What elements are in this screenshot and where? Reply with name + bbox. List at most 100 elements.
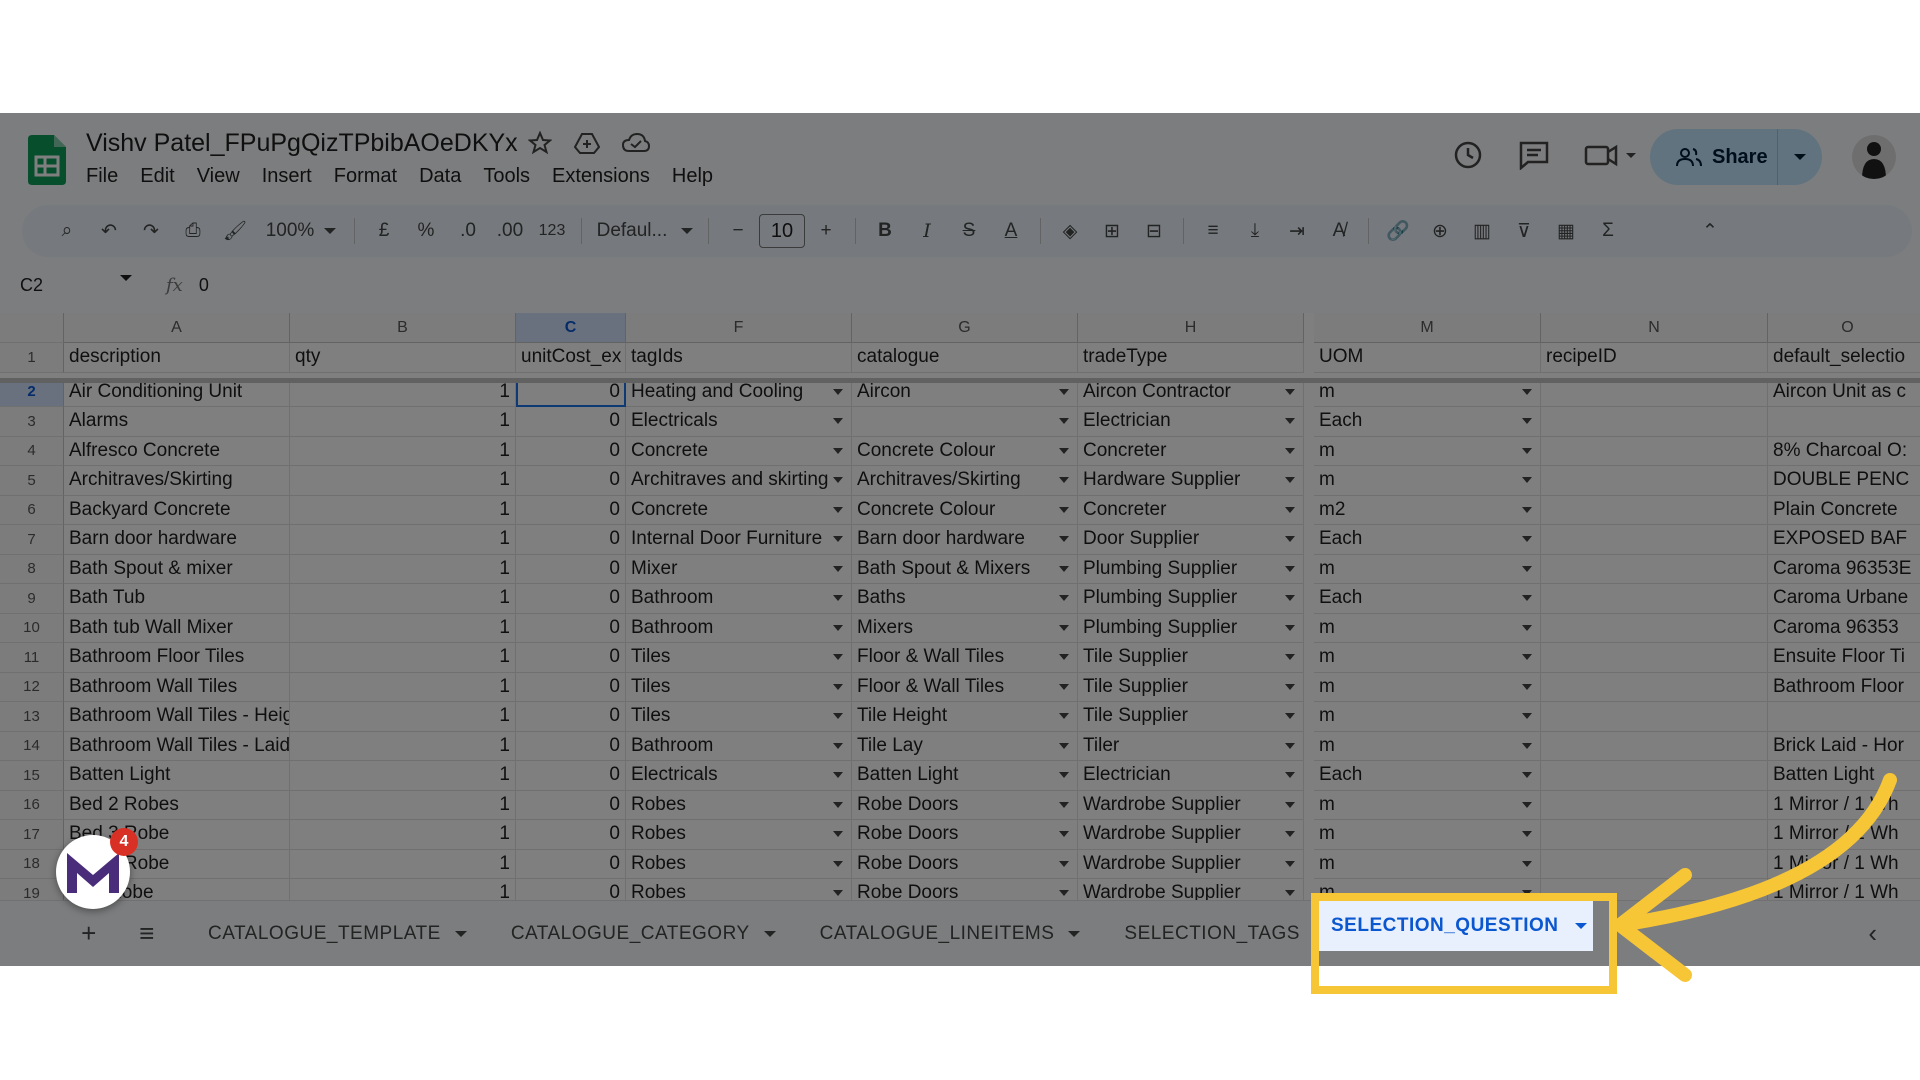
row-header[interactable]: 7: [0, 525, 64, 555]
search-menus-icon[interactable]: ⌕: [46, 211, 88, 251]
more-formats-button[interactable]: 123: [531, 211, 573, 251]
table-cell[interactable]: EXPOSED BAF: [1768, 525, 1920, 555]
dropdown-chip-icon[interactable]: [833, 742, 843, 749]
table-cell[interactable]: 0: [516, 731, 626, 761]
font-size-input[interactable]: 10: [759, 214, 805, 248]
table-cell[interactable]: [1541, 702, 1768, 732]
dropdown-chip-icon[interactable]: [1522, 477, 1532, 483]
table-cell[interactable]: Batten Light: [1768, 761, 1920, 791]
table-cell[interactable]: Bathroom: [626, 613, 852, 643]
table-cell[interactable]: Tiler: [1078, 731, 1304, 761]
dropdown-chip-icon[interactable]: [833, 477, 843, 483]
row-header[interactable]: 1: [0, 343, 64, 373]
row-header[interactable]: 12: [0, 672, 64, 702]
table-cell[interactable]: Electrician: [1078, 407, 1304, 437]
table-cell[interactable]: Electricals: [626, 761, 852, 791]
dropdown-chip-icon[interactable]: [1285, 624, 1295, 631]
dropdown-chip-icon[interactable]: [1285, 713, 1295, 719]
dropdown-chip-icon[interactable]: [1059, 742, 1069, 749]
table-cell[interactable]: [1541, 525, 1768, 555]
table-cell[interactable]: Floor & Wall Tiles: [852, 643, 1078, 673]
menu-help[interactable]: Help: [672, 165, 713, 188]
dropdown-chip-icon[interactable]: [1285, 831, 1295, 837]
decrease-font-size-button[interactable]: −: [717, 211, 759, 251]
increase-font-size-button[interactable]: +: [805, 211, 847, 251]
row-header[interactable]: 3: [0, 407, 64, 437]
table-cell[interactable]: 0: [516, 584, 626, 614]
dropdown-chip-icon[interactable]: [1059, 565, 1069, 572]
filter-views-icon[interactable]: ▦: [1545, 211, 1587, 251]
strikethrough-icon[interactable]: S: [948, 211, 990, 251]
table-cell[interactable]: [1541, 761, 1768, 791]
table-cell[interactable]: 0: [516, 702, 626, 732]
dropdown-chip-icon[interactable]: [1522, 890, 1532, 896]
formula-input[interactable]: 0: [199, 275, 209, 296]
row-header[interactable]: 9: [0, 584, 64, 614]
dropdown-chip-icon[interactable]: [1059, 477, 1069, 483]
name-box[interactable]: C2: [0, 274, 150, 296]
italic-icon[interactable]: I: [906, 211, 948, 251]
row-header[interactable]: 16: [0, 790, 64, 820]
dropdown-chip-icon[interactable]: [1059, 683, 1069, 690]
table-cell[interactable]: Wardrobe Supplier: [1078, 790, 1304, 820]
table-cell[interactable]: Mixer: [626, 554, 852, 584]
column-header-m[interactable]: M: [1314, 313, 1541, 343]
tab-catalogue-lineitems[interactable]: CATALOGUE_LINEITEMS: [798, 912, 1103, 956]
menu-data[interactable]: Data: [419, 165, 461, 188]
dropdown-chip-icon[interactable]: [1059, 536, 1069, 542]
table-cell[interactable]: Architraves and skirting: [626, 466, 852, 496]
meet-call-icon[interactable]: [1584, 140, 1640, 170]
menu-view[interactable]: View: [197, 165, 240, 188]
dropdown-chip-icon[interactable]: [833, 624, 843, 631]
functions-icon[interactable]: Σ: [1587, 211, 1629, 251]
menu-tools[interactable]: Tools: [483, 165, 530, 188]
table-cell[interactable]: 0: [516, 761, 626, 791]
insert-comment-icon[interactable]: ⊕: [1419, 211, 1461, 251]
row-header[interactable]: 14: [0, 731, 64, 761]
menu-edit[interactable]: Edit: [140, 165, 174, 188]
paint-format-icon[interactable]: 🖌: [214, 211, 256, 251]
column-title-cell[interactable]: recipeID: [1541, 343, 1768, 373]
table-cell[interactable]: Bathroom Wall Tiles - Heig: [64, 702, 290, 732]
dropdown-chip-icon[interactable]: [1522, 536, 1532, 542]
dropdown-chip-icon[interactable]: [1522, 713, 1532, 719]
table-cell[interactable]: Concrete Colour: [852, 495, 1078, 525]
dropdown-chip-icon[interactable]: [1285, 506, 1295, 513]
table-cell[interactable]: Concreter: [1078, 436, 1304, 466]
insert-chart-icon[interactable]: ▥: [1461, 211, 1503, 251]
table-cell[interactable]: m: [1314, 643, 1541, 673]
table-cell[interactable]: Each: [1314, 761, 1541, 791]
dropdown-chip-icon[interactable]: [1059, 388, 1069, 395]
table-cell[interactable]: 1: [290, 466, 516, 496]
table-cell[interactable]: [1541, 643, 1768, 673]
table-cell[interactable]: m: [1314, 820, 1541, 850]
table-cell[interactable]: Tile Supplier: [1078, 643, 1304, 673]
dropdown-chip-icon[interactable]: [1285, 683, 1295, 690]
row-header[interactable]: 15: [0, 761, 64, 791]
filter-icon[interactable]: ⊽: [1503, 211, 1545, 251]
table-cell[interactable]: 1: [290, 554, 516, 584]
tab-catalogue-template[interactable]: CATALOGUE_TEMPLATE: [186, 912, 489, 956]
row-header[interactable]: 11: [0, 643, 64, 673]
text-wrapping-icon[interactable]: ⇥: [1276, 211, 1318, 251]
cloud-saved-icon[interactable]: [622, 132, 650, 154]
dropdown-chip-icon[interactable]: [1285, 447, 1295, 454]
tab-catalogue-category[interactable]: CATALOGUE_CATEGORY: [489, 912, 798, 956]
font-select[interactable]: Defaul...: [590, 211, 700, 251]
table-cell[interactable]: [1541, 466, 1768, 496]
column-header-f[interactable]: F: [626, 313, 852, 343]
dropdown-chip-icon[interactable]: [833, 683, 843, 690]
dropdown-chip-icon[interactable]: [1285, 860, 1295, 867]
table-cell[interactable]: m: [1314, 790, 1541, 820]
dropdown-chip-icon[interactable]: [1285, 772, 1295, 778]
table-cell[interactable]: 1 Mirror / 1 Wh: [1768, 850, 1920, 879]
table-cell[interactable]: 1: [290, 584, 516, 614]
row-header[interactable]: 4: [0, 436, 64, 466]
dropdown-chip-icon[interactable]: [1522, 388, 1532, 395]
table-cell[interactable]: [1541, 407, 1768, 437]
dropdown-chip-icon[interactable]: [833, 565, 843, 572]
table-cell[interactable]: Concrete Colour: [852, 436, 1078, 466]
column-title-cell[interactable]: description: [64, 343, 290, 373]
table-cell[interactable]: [1541, 731, 1768, 761]
dropdown-chip-icon[interactable]: [1522, 595, 1532, 601]
